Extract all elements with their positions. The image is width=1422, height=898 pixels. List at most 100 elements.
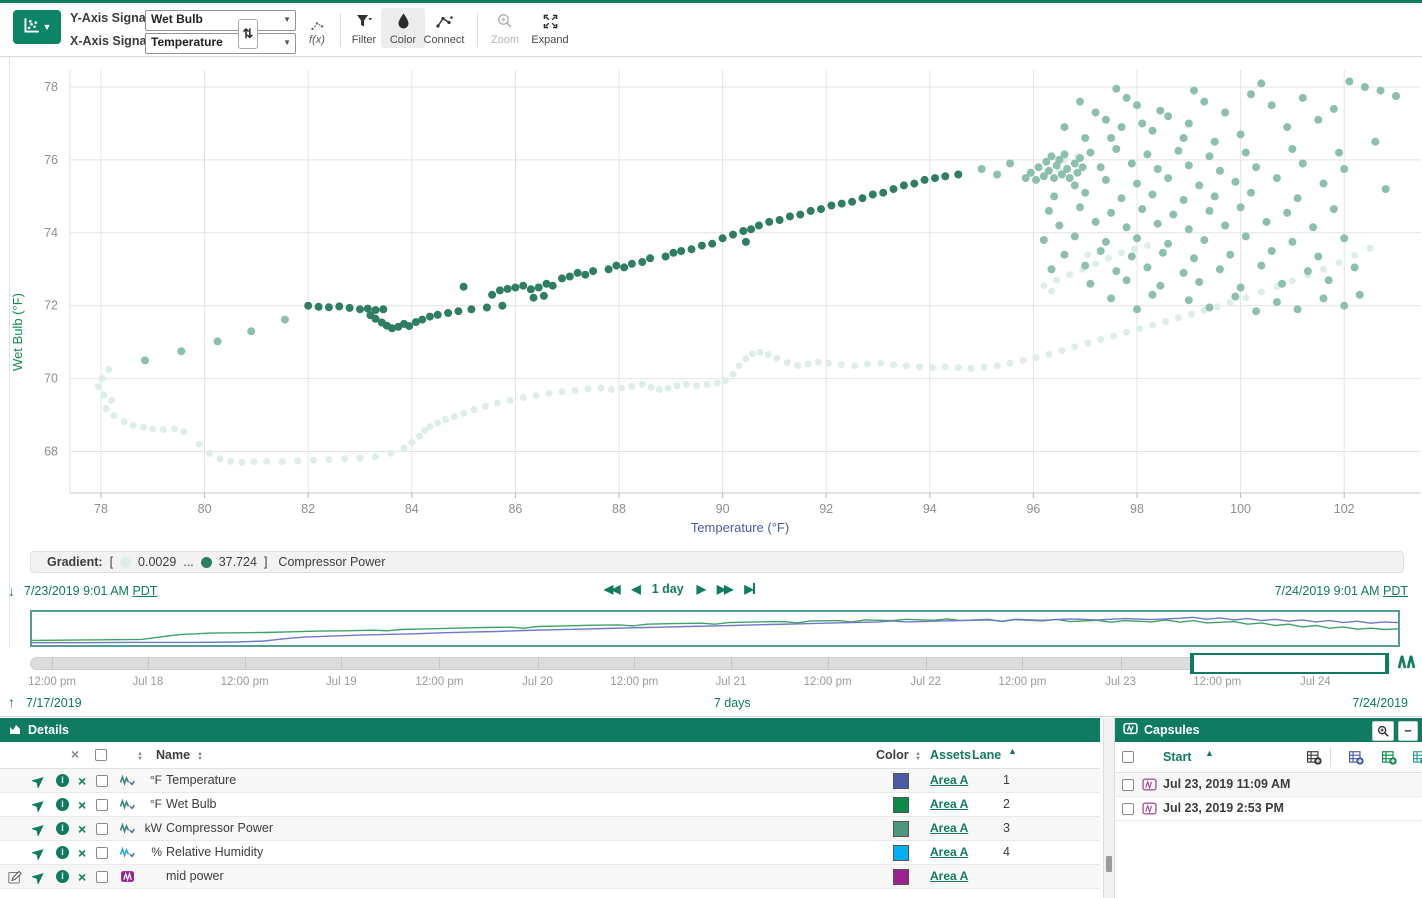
investigate-end-date[interactable]: 7/24/2019: [1352, 696, 1408, 710]
send-icon[interactable]: [32, 870, 46, 887]
info-icon[interactable]: i: [56, 870, 69, 883]
color-swatch[interactable]: [893, 845, 909, 861]
capsules-select-all-checkbox[interactable]: [1122, 751, 1134, 763]
gradient-max-dot: [201, 557, 212, 568]
step-back-button[interactable]: ◀: [631, 582, 638, 596]
info-icon[interactable]: i: [56, 774, 69, 787]
asset-link[interactable]: Area A: [930, 845, 968, 859]
signal-icon: [120, 846, 135, 862]
send-icon[interactable]: [32, 798, 46, 815]
y-axis-signal-select[interactable]: Wet Bulb ▼: [145, 10, 296, 31]
step-back-much-button[interactable]: ◀◀: [604, 582, 618, 596]
color-swatch[interactable]: [893, 797, 909, 813]
column-start[interactable]: Start: [1163, 750, 1191, 764]
add-stats-column-teal-button[interactable]: [1413, 750, 1422, 768]
info-icon[interactable]: i: [56, 822, 69, 835]
scatter-plot[interactable]: 6870727476787880828486889092949698100102…: [0, 57, 1422, 546]
sort-icon-column[interactable]: ▲▼: [137, 749, 143, 763]
remove-icon[interactable]: ×: [78, 822, 86, 836]
row-checkbox[interactable]: [96, 775, 108, 787]
scatter-chart[interactable]: 6870727476787880828486889092949698100102…: [0, 57, 1422, 546]
asset-link[interactable]: Area A: [930, 869, 968, 883]
filter-tool-button[interactable]: Filter: [346, 10, 382, 46]
send-icon[interactable]: [32, 822, 46, 839]
timeline-tick: [1121, 657, 1122, 670]
splitter-handle[interactable]: [1106, 856, 1112, 872]
row-checkbox[interactable]: [96, 871, 108, 883]
column-name[interactable]: Name: [156, 748, 190, 762]
step-forward-much-button[interactable]: ▶▶: [717, 582, 731, 596]
trend-preview[interactable]: [30, 610, 1400, 647]
investigate-duration[interactable]: 7 days: [714, 696, 751, 710]
timeline-tick: [731, 657, 732, 670]
step-forward-button[interactable]: ▶: [697, 582, 704, 596]
edit-icon[interactable]: [8, 870, 22, 887]
swap-axes-button[interactable]: ⇅: [238, 19, 258, 49]
x-axis-signal-select[interactable]: Temperature ▼: [145, 33, 296, 54]
capsules-collapse-button[interactable]: −: [1398, 721, 1418, 741]
display-range-end[interactable]: 7/24/2019 9:01 AM PDT: [1275, 584, 1408, 598]
sort-color-column[interactable]: ▲▼: [915, 749, 921, 763]
brush-right-handle[interactable]: [1385, 653, 1389, 674]
send-icon[interactable]: [32, 846, 46, 863]
capsule-checkbox[interactable]: [1122, 803, 1134, 815]
asset-link[interactable]: Area A: [930, 821, 968, 835]
brush-left-handle[interactable]: [1190, 653, 1194, 674]
capsule-start-time: Jul 23, 2019 11:09 AM: [1163, 777, 1290, 791]
info-icon[interactable]: i: [56, 846, 69, 859]
add-stats-column-green-button[interactable]: [1382, 750, 1397, 768]
timezone-link[interactable]: PDT: [1383, 584, 1408, 598]
timeline-tick: [828, 657, 829, 670]
connect-tool-button[interactable]: Connect: [421, 10, 467, 46]
gradient-bracket-close: ]: [264, 555, 267, 569]
color-swatch[interactable]: [893, 821, 909, 837]
svg-text:82: 82: [301, 502, 315, 516]
column-lane[interactable]: Lane: [972, 748, 1001, 762]
remove-icon[interactable]: ×: [78, 870, 86, 884]
asset-link[interactable]: Area A: [930, 797, 968, 811]
row-checkbox[interactable]: [96, 799, 108, 811]
row-checkbox[interactable]: [96, 823, 108, 835]
unit-label: kW: [136, 821, 162, 835]
select-all-checkbox[interactable]: [95, 749, 107, 761]
gradient-bracket-open: [: [110, 555, 113, 569]
color-swatch[interactable]: [893, 869, 909, 885]
scatter-plot-menu-button[interactable]: ▼: [13, 10, 61, 44]
capsule-time-toggle-button[interactable]: [1397, 653, 1417, 673]
capsule-row: Jul 23, 2019 11:09 AM: [1115, 773, 1422, 797]
display-range-brush[interactable]: [1190, 653, 1389, 674]
column-assets[interactable]: Assets: [930, 748, 971, 762]
timeline-track[interactable]: [30, 657, 1390, 670]
step-size-button[interactable]: 1 day: [652, 582, 684, 596]
color-tool-button[interactable]: Color: [381, 8, 425, 48]
expand-tool-label: Expand: [528, 34, 572, 46]
remove-icon[interactable]: ×: [78, 774, 86, 788]
panel-splitter[interactable]: [1103, 718, 1115, 898]
fx-tool-button[interactable]: f(x): [298, 10, 336, 46]
start-sort-asc-icon[interactable]: ▲: [1205, 748, 1214, 758]
zoom-tool-label: Zoom: [486, 34, 524, 46]
add-column-button[interactable]: [1307, 750, 1322, 768]
column-color[interactable]: Color: [876, 748, 909, 762]
capsules-zoom-button[interactable]: [1372, 721, 1394, 741]
display-range-start[interactable]: 7/23/2019 9:01 AM PDT: [24, 584, 157, 598]
asset-link[interactable]: Area A: [930, 773, 968, 787]
svg-text:Temperature (°F): Temperature (°F): [691, 520, 789, 535]
expand-tool-button[interactable]: Expand: [528, 10, 572, 46]
add-stats-column-blue-button[interactable]: [1349, 750, 1364, 768]
send-icon[interactable]: [32, 774, 46, 791]
info-icon[interactable]: i: [56, 798, 69, 811]
lane-sort-asc-icon[interactable]: ▲: [1008, 746, 1017, 756]
remove-icon[interactable]: ×: [78, 846, 86, 860]
timezone-link[interactable]: PDT: [132, 584, 157, 598]
remove-icon[interactable]: ×: [78, 798, 86, 812]
row-checkbox[interactable]: [96, 847, 108, 859]
investigate-start-date[interactable]: 7/17/2019: [26, 696, 82, 710]
remove-all-icon[interactable]: ×: [71, 746, 79, 762]
timeline-tick-label: Jul 23: [1105, 676, 1136, 688]
color-swatch[interactable]: [893, 773, 909, 789]
step-to-end-button[interactable]: ▶: [744, 582, 754, 596]
sort-name-column[interactable]: ▲▼: [197, 749, 203, 763]
capsule-checkbox[interactable]: [1122, 779, 1134, 791]
item-name: Wet Bulb: [166, 797, 217, 811]
